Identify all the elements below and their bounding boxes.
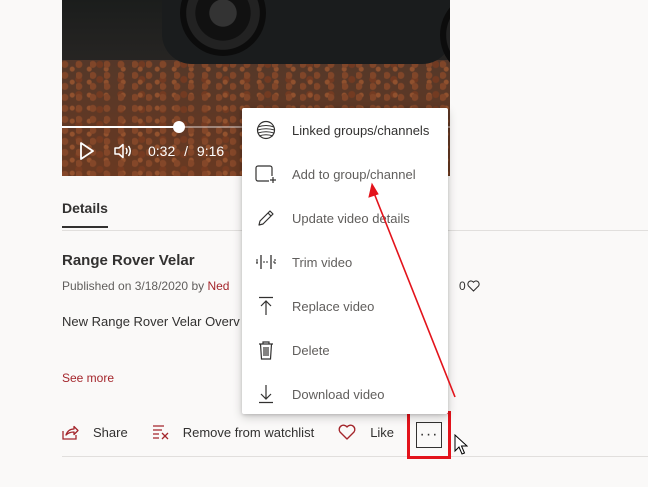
tab-details[interactable]: Details	[62, 200, 108, 228]
menu-item-label: Download video	[292, 386, 385, 402]
menu-item-label: Delete	[292, 342, 330, 358]
menu-item-label: Add to group/channel	[292, 166, 416, 182]
menu-item-replace-video[interactable]: Replace video	[242, 284, 448, 328]
remove-from-watchlist-button[interactable]: Remove from watchlist	[152, 424, 314, 440]
volume-icon[interactable]	[112, 140, 134, 162]
share-icon	[62, 425, 79, 440]
like-button[interactable]: Like	[338, 424, 394, 440]
menu-item-delete[interactable]: Delete	[242, 328, 448, 372]
video-controls: 0:32 / 9:16	[76, 140, 224, 162]
published-info: Published on 3/18/2020 by Ned	[62, 279, 229, 293]
like-count: 0	[459, 279, 480, 293]
menu-item-add-to-group[interactable]: Add to group/channel	[242, 152, 448, 196]
pencil-icon	[254, 206, 278, 230]
video-time: 0:32 / 9:16	[148, 143, 224, 159]
current-time: 0:32	[148, 143, 176, 159]
see-more-link[interactable]: See more	[62, 371, 114, 385]
more-options-menu: Linked groups/channels Add to group/chan…	[242, 108, 448, 414]
video-title: Range Rover Velar	[62, 252, 195, 269]
trim-icon	[254, 250, 278, 274]
time-separator: /	[184, 143, 189, 159]
video-description: New Range Rover Velar Overv	[62, 314, 240, 329]
upload-icon	[254, 294, 278, 318]
add-group-icon	[254, 162, 278, 186]
video-progress-thumb[interactable]	[173, 121, 185, 133]
menu-item-label: Update video details	[292, 210, 410, 226]
menu-item-download-video[interactable]: Download video	[242, 372, 448, 416]
menu-item-label: Linked groups/channels	[292, 122, 430, 138]
globe-icon	[254, 118, 278, 142]
more-options-button[interactable]: ···	[416, 422, 442, 448]
action-bar-divider	[62, 456, 648, 457]
mouse-cursor-icon	[454, 434, 468, 455]
annotation-highlight-box: ···	[407, 411, 451, 459]
heart-icon	[338, 424, 356, 440]
menu-item-label: Replace video	[292, 298, 375, 314]
action-bar: Share Remove from watchlist Like	[62, 424, 418, 440]
author-link[interactable]: Ned	[207, 279, 229, 293]
menu-item-trim-video[interactable]: Trim video	[242, 240, 448, 284]
menu-item-linked-groups[interactable]: Linked groups/channels	[242, 108, 448, 152]
like-count-value: 0	[459, 279, 466, 293]
published-text: Published on 3/18/2020 by	[62, 279, 208, 293]
play-icon[interactable]	[76, 140, 98, 162]
like-label: Like	[370, 424, 395, 440]
watchlist-remove-icon	[152, 425, 169, 440]
more-options-icon: ···	[419, 426, 439, 443]
share-button[interactable]: Share	[62, 425, 128, 440]
remove-from-watchlist-label: Remove from watchlist	[182, 424, 315, 440]
heart-small-icon	[467, 280, 480, 292]
menu-item-label: Trim video	[292, 254, 353, 270]
detail-tabs: Details	[62, 200, 108, 228]
menu-item-update-details[interactable]: Update video details	[242, 196, 448, 240]
video-progress-fill	[62, 126, 179, 128]
total-duration: 9:16	[196, 143, 225, 159]
share-label: Share	[93, 424, 128, 440]
trash-icon	[254, 338, 278, 362]
download-icon	[254, 382, 278, 406]
